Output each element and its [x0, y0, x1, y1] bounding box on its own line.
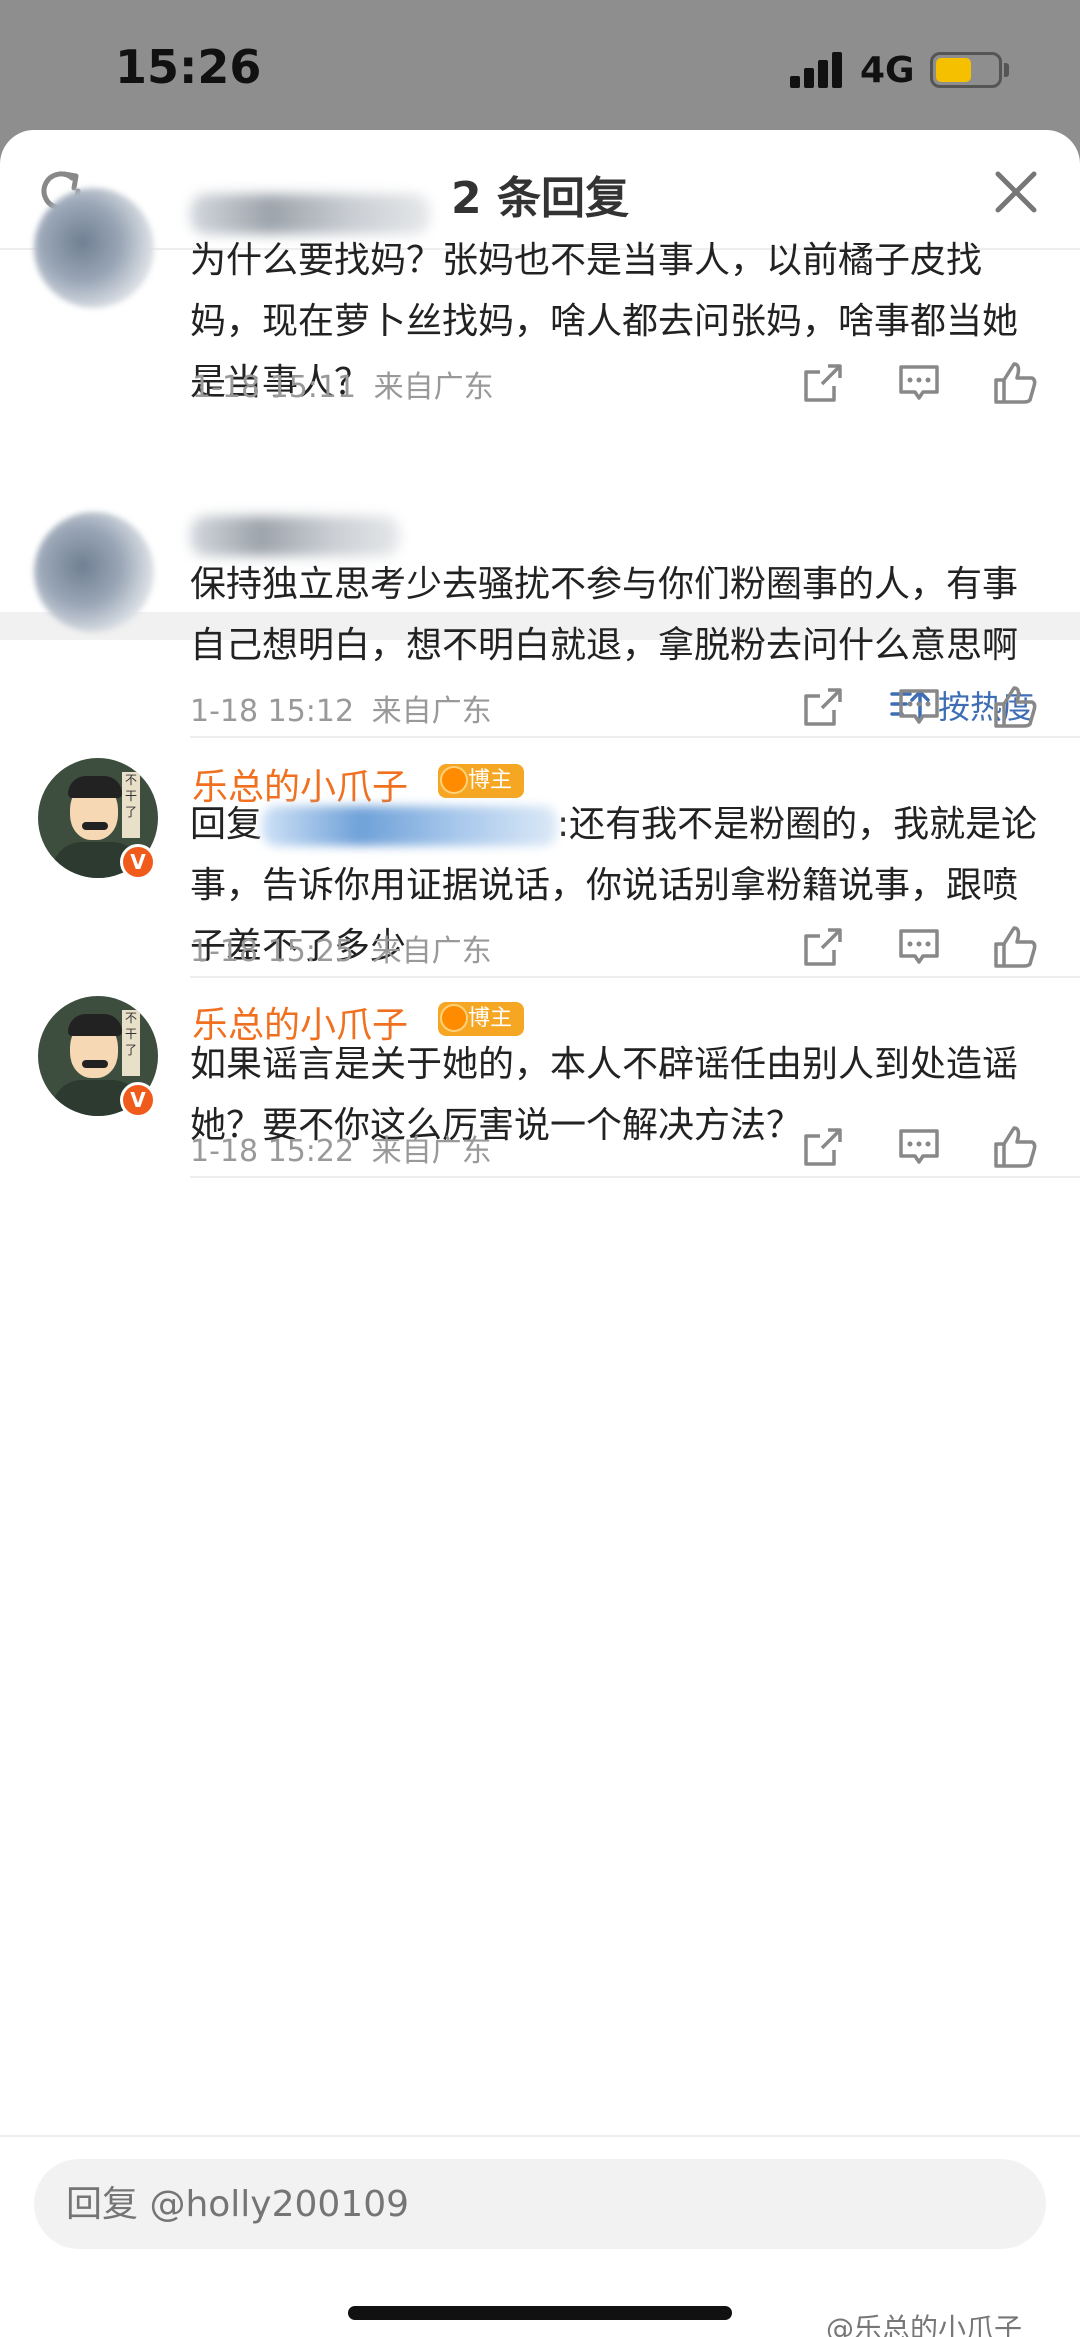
reply-meta: 1-18 15:22 来自广东	[190, 1126, 492, 1170]
reply-location: 来自广东	[371, 694, 492, 729]
reply-time: 1-18 15:25	[190, 934, 355, 969]
comment-location: 来自广东	[373, 370, 494, 405]
replies-sheet: 2 条回复 为什么要找妈？张妈也不是当事人，以前橘子皮找妈，现在萝卜丝找妈，啥人…	[0, 130, 1080, 2337]
reply-meta: 1-18 15:25 来自广东	[190, 926, 492, 970]
reply-separator	[190, 736, 1080, 738]
avatar[interactable]	[34, 188, 154, 308]
comment-time: 1-18 15:11	[192, 370, 357, 405]
host-badge: 博主	[438, 1002, 524, 1036]
reply-location: 来自广东	[371, 1134, 492, 1169]
battery-tip	[1004, 63, 1009, 77]
comment-icon[interactable]	[896, 684, 942, 730]
watermark: @乐总的小爪子	[826, 2312, 1023, 2337]
main-comment-meta: 1-18 15:11 来自广东	[192, 362, 494, 406]
reply-time: 1-18 15:22	[190, 1134, 355, 1169]
crown-icon	[440, 1004, 468, 1032]
status-time: 15:26	[115, 40, 262, 94]
comment-icon[interactable]	[896, 1124, 942, 1170]
mention-redacted	[262, 806, 558, 846]
verified-badge-icon: V	[120, 1082, 156, 1118]
reply-prefix: 回复	[190, 804, 263, 845]
battery-icon	[930, 52, 1002, 88]
reply-input[interactable]	[34, 2159, 1046, 2249]
comment-icon[interactable]	[896, 360, 942, 406]
share-icon[interactable]	[800, 924, 846, 970]
close-icon[interactable]	[990, 166, 1042, 218]
share-icon[interactable]	[800, 360, 846, 406]
reply-text: 保持独立思考少去骚扰不参与你们粉圈事的人，有事自己想明白，想不明白就退，拿脱粉去…	[190, 564, 1019, 666]
network-type: 4G	[860, 50, 915, 91]
home-indicator[interactable]	[348, 2306, 732, 2320]
reply-time: 1-18 15:12	[190, 694, 355, 729]
like-icon[interactable]	[992, 360, 1038, 406]
status-bar: 15:26 4G	[0, 0, 1080, 130]
avatar-banner-text: 不干了	[122, 772, 140, 838]
reply-separator	[190, 1176, 1080, 1178]
reply-separator	[190, 976, 1080, 978]
comment-icon[interactable]	[896, 924, 942, 970]
host-badge: 博主	[438, 764, 524, 798]
sheet-title: 2 条回复	[451, 173, 629, 224]
verified-badge-icon: V	[120, 844, 156, 880]
crown-icon	[440, 766, 468, 794]
reply-meta: 1-18 15:12 来自广东	[190, 686, 492, 730]
like-icon[interactable]	[992, 924, 1038, 970]
share-icon[interactable]	[800, 1124, 846, 1170]
signal-icon	[790, 52, 846, 88]
username-redacted	[190, 194, 430, 234]
share-icon[interactable]	[800, 684, 846, 730]
like-icon[interactable]	[992, 1124, 1038, 1170]
avatar-banner-text: 不干了	[122, 1010, 140, 1076]
reply-location: 来自广东	[371, 934, 492, 969]
reply-input-bar: @乐总的小爪子	[0, 2135, 1080, 2337]
avatar[interactable]	[34, 512, 154, 632]
like-icon[interactable]	[992, 684, 1038, 730]
username-redacted	[190, 516, 400, 556]
